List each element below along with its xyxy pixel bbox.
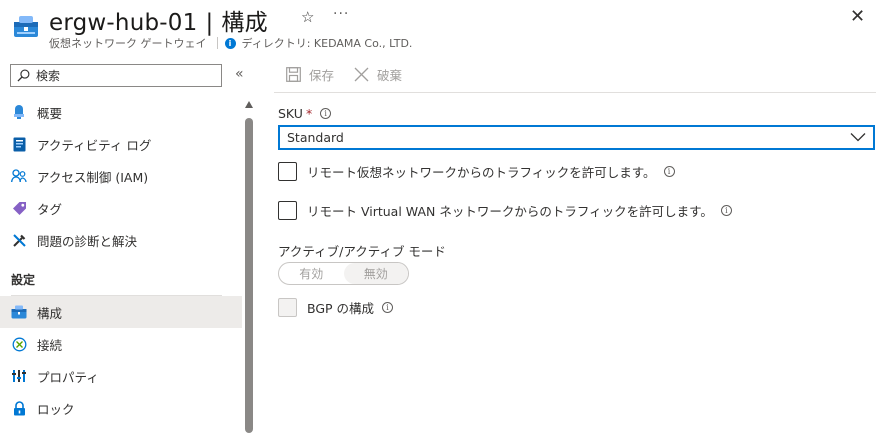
directory-label: ディレクトリ: KEDAMA Co., LTD. [241, 37, 413, 50]
configuration-pane: 保存 破棄 SKU * i Standard リモート仮想ネットワークからのトラフィ… [274, 56, 883, 433]
sidebar-item-label: アクティビティ ログ [37, 137, 152, 153]
connections-icon [11, 336, 27, 352]
settings-section-header: 設定 [11, 273, 36, 287]
sidebar-item-label: 概要 [37, 105, 63, 121]
required-mark: * [305, 106, 313, 121]
active-active-label: アクティブ/アクティブ モード [278, 244, 446, 259]
activity-log-icon [11, 136, 27, 152]
command-bar: 保存 破棄 [274, 56, 876, 93]
chevron-down-icon [850, 133, 866, 142]
title-separator: | [205, 10, 214, 36]
sidebar-item-label: プロパティ [37, 369, 99, 385]
sku-label: SKU * i [278, 106, 332, 121]
diagnose-icon [11, 232, 27, 248]
sku-selected-value: Standard [287, 130, 344, 145]
star-icon[interactable]: ☆ [301, 8, 314, 26]
bgp-checkbox-row[interactable]: BGP の構成 i [278, 298, 394, 317]
info-icon[interactable]: i [663, 166, 675, 177]
save-button[interactable]: 保存 [286, 65, 334, 84]
tag-icon [11, 200, 27, 216]
info-icon[interactable]: i [382, 302, 394, 313]
resource-menu: 検索 « 概要 アクティビティ ログ アクセス制御 (IAM) タグ 問題の診断… [0, 56, 255, 433]
iam-icon [11, 168, 27, 184]
toggle-option-enabled[interactable]: 有効 [279, 263, 344, 284]
sidebar-item-tags[interactable]: タグ [0, 192, 242, 224]
resource-name: ergw-hub-01 [49, 10, 198, 36]
ellipsis-icon[interactable]: ··· [333, 6, 349, 22]
sidebar-item-activity-log[interactable]: アクティビティ ログ [0, 128, 242, 160]
discard-icon [354, 67, 369, 81]
scroll-up-arrow-icon[interactable] [245, 101, 253, 108]
subtitle: 仮想ネットワーク ゲートウェイ i ディレクトリ: KEDAMA Co., LT… [49, 35, 412, 51]
sidebar-item-label: タグ [37, 201, 63, 217]
sidebar-item-overview[interactable]: 概要 [0, 96, 242, 128]
sidebar-item-label: 問題の診断と解決 [37, 233, 138, 249]
info-icon: i [224, 37, 236, 49]
overview-icon [11, 104, 27, 120]
menu-scrollbar[interactable] [244, 98, 254, 433]
search-placeholder: 検索 [36, 69, 61, 83]
remote-vwan-checkbox[interactable] [278, 201, 297, 220]
active-active-toggle[interactable]: 有効 無効 [278, 262, 409, 285]
menu-search-input[interactable]: 検索 [10, 64, 222, 87]
info-icon[interactable]: i [720, 205, 732, 216]
sidebar-item-diagnose[interactable]: 問題の診断と解決 [0, 224, 242, 256]
page-name: 構成 [221, 10, 268, 36]
collapse-menu-icon[interactable]: « [235, 66, 244, 82]
remote-vnet-checkbox-row[interactable]: リモート仮想ネットワークからのトラフィックを許可します。 i [278, 162, 675, 181]
bgp-label: BGP の構成 [307, 301, 375, 316]
blade-header: ergw-hub-01 | 構成 ☆ ··· ✕ 仮想ネットワーク ゲートウェイ i… [0, 0, 883, 56]
remote-vwan-label: リモート Virtual WAN ネットワークからのトラフィックを許可します。 [307, 204, 713, 219]
search-icon [17, 69, 30, 82]
save-icon [286, 66, 301, 82]
close-icon[interactable]: ✕ [850, 6, 865, 27]
page-title: ergw-hub-01 | 構成 [49, 3, 268, 37]
discard-label: 破棄 [377, 67, 403, 83]
discard-button[interactable]: 破棄 [354, 65, 402, 84]
vpn-gateway-icon [14, 16, 38, 37]
sku-dropdown[interactable]: Standard [278, 125, 875, 150]
remote-vnet-label: リモート仮想ネットワークからのトラフィックを許可します。 [307, 165, 656, 180]
properties-icon [11, 368, 27, 384]
lock-icon [11, 400, 27, 416]
remote-vwan-checkbox-row[interactable]: リモート Virtual WAN ネットワークからのトラフィックを許可します。 … [278, 201, 732, 220]
sidebar-item-locks[interactable]: ロック [0, 392, 242, 424]
save-label: 保存 [309, 67, 335, 83]
sidebar-item-properties[interactable]: プロパティ [0, 360, 242, 392]
sidebar-item-label: アクセス制御 (IAM) [37, 169, 149, 185]
sku-label-text: SKU [278, 106, 303, 121]
configuration-icon [11, 304, 27, 320]
sidebar-item-configuration[interactable]: 構成 [0, 296, 242, 328]
toggle-option-disabled[interactable]: 無効 [343, 263, 408, 284]
info-icon[interactable]: i [320, 108, 332, 119]
sidebar-item-label: 接続 [37, 337, 63, 353]
bgp-checkbox[interactable] [278, 298, 297, 317]
sidebar-item-connections[interactable]: 接続 [0, 328, 242, 360]
scroll-thumb[interactable] [245, 118, 253, 433]
sidebar-item-label: 構成 [37, 305, 63, 321]
sidebar-item-label: ロック [37, 401, 75, 417]
resource-type: 仮想ネットワーク ゲートウェイ [49, 37, 207, 50]
sidebar-item-iam[interactable]: アクセス制御 (IAM) [0, 160, 242, 192]
remote-vnet-checkbox[interactable] [278, 162, 297, 181]
subtitle-divider [216, 37, 218, 49]
